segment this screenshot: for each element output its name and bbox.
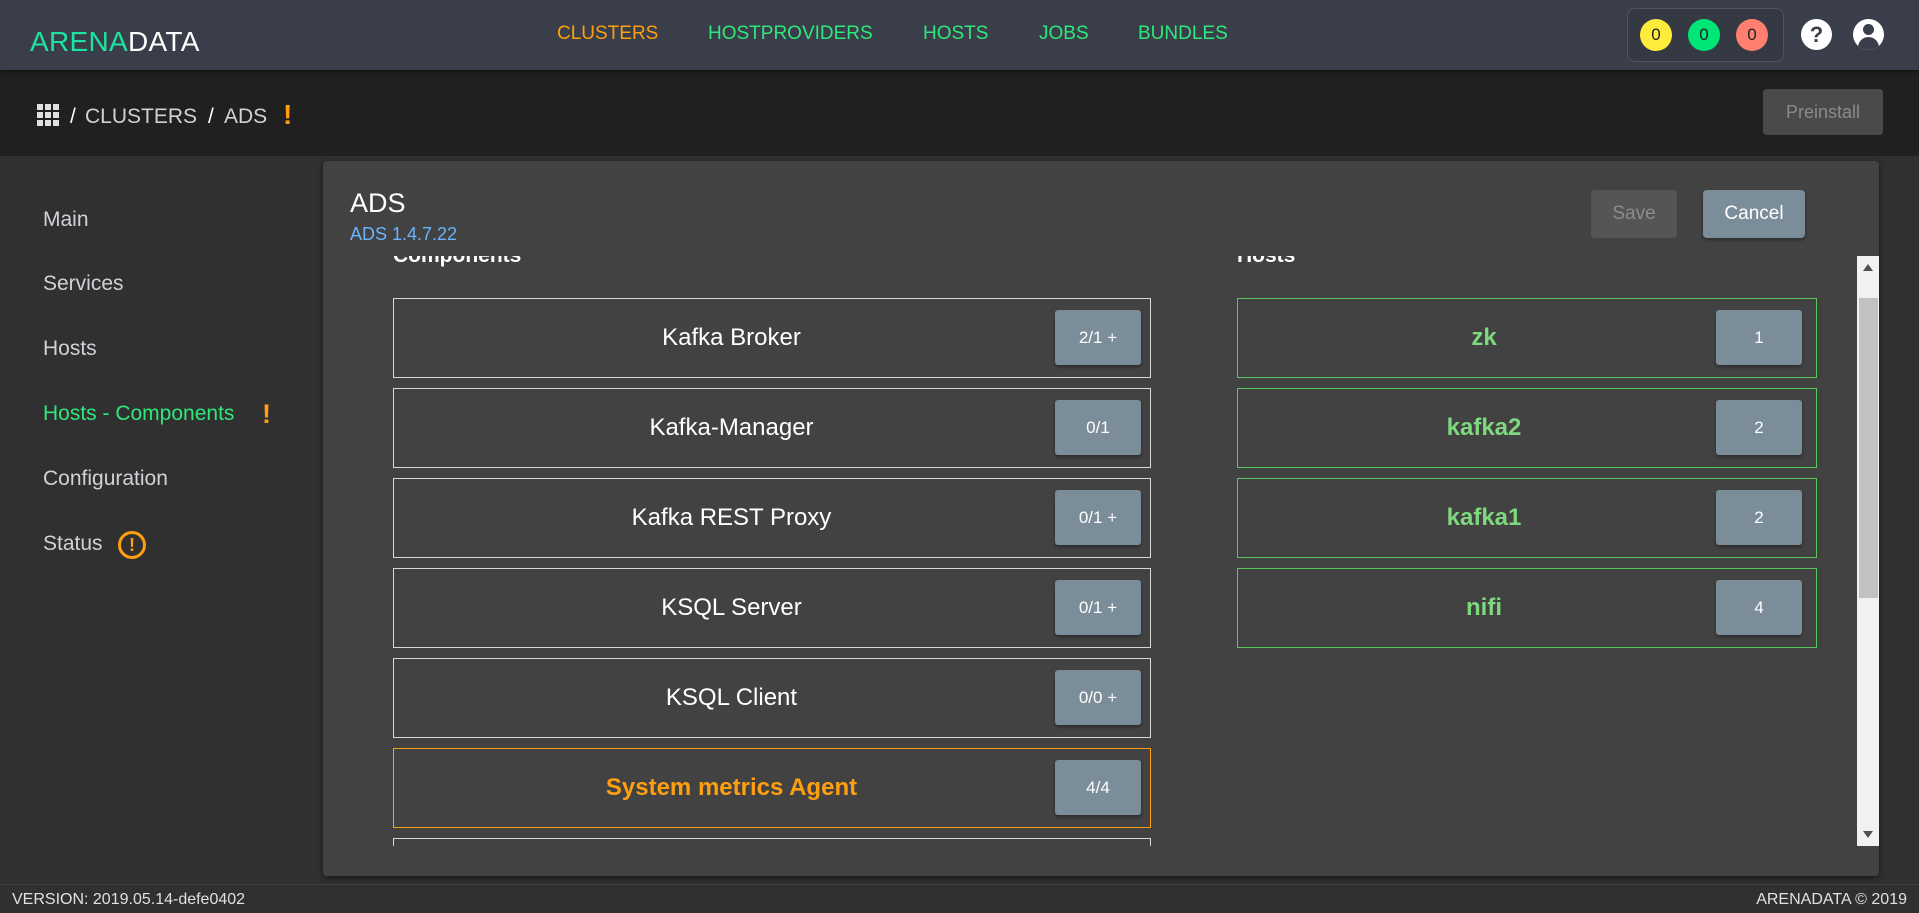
- sidebar-item-main[interactable]: Main: [43, 208, 89, 232]
- component-count-button[interactable]: 0/1: [1055, 400, 1141, 455]
- host-name: kafka2: [1446, 414, 1522, 441]
- sidebar-item-services[interactable]: Services: [43, 272, 124, 296]
- card-subtitle[interactable]: ADS 1.4.7.22: [350, 223, 457, 245]
- sidebar-item-configuration[interactable]: Configuration: [43, 467, 168, 491]
- components-hosts-scroll-area[interactable]: Components Hosts Kafka Broker 2/1 + Kafk…: [323, 256, 1879, 846]
- account-icon-head: [1863, 24, 1874, 35]
- host-name: zk: [1471, 324, 1497, 351]
- host-count-button[interactable]: 4: [1716, 580, 1802, 635]
- component-row-ksql-client[interactable]: KSQL Client 0/0 +: [393, 658, 1151, 738]
- job-status-counters: 0 0 0: [1627, 8, 1784, 62]
- counter-failed[interactable]: 0: [1736, 19, 1768, 51]
- component-count-button[interactable]: 2/1 +: [1055, 310, 1141, 365]
- sidebar-item-hosts[interactable]: Hosts: [43, 337, 97, 361]
- component-name: Kafka REST Proxy: [631, 504, 832, 531]
- component-name: KSQL Server: [661, 594, 802, 621]
- component-row-next[interactable]: [393, 838, 1151, 846]
- breadcrumb-ads[interactable]: ADS: [224, 105, 267, 129]
- hosts-components-warning-icon: !: [262, 399, 271, 429]
- scroll-up-icon[interactable]: [1863, 264, 1873, 271]
- nav-jobs[interactable]: JOBS: [1039, 23, 1089, 45]
- preinstall-button[interactable]: Preinstall: [1763, 89, 1883, 135]
- component-count-button[interactable]: 0/1 +: [1055, 580, 1141, 635]
- components-heading: Components: [393, 256, 521, 268]
- nav-hosts[interactable]: HOSTS: [923, 23, 988, 45]
- component-name: System metrics Agent: [605, 774, 858, 801]
- host-row-kafka1[interactable]: kafka1 2: [1237, 478, 1817, 558]
- host-row-nifi[interactable]: nifi 4: [1237, 568, 1817, 648]
- component-row-system-metrics-agent[interactable]: System metrics Agent 4/4: [393, 748, 1151, 828]
- hosts-heading: Hosts: [1237, 256, 1295, 268]
- component-count-button[interactable]: 4/4: [1055, 760, 1141, 815]
- account-icon-body: [1858, 37, 1879, 50]
- breadcrumb-clusters[interactable]: CLUSTERS: [85, 105, 197, 129]
- vertical-scrollbar[interactable]: [1857, 256, 1879, 846]
- host-count-button[interactable]: 2: [1716, 490, 1802, 545]
- scrollbar-thumb[interactable]: [1859, 298, 1878, 598]
- account-icon[interactable]: [1853, 19, 1884, 50]
- breadcrumb-separator: /: [208, 105, 214, 128]
- cancel-button[interactable]: Cancel: [1703, 190, 1805, 238]
- host-row-kafka2[interactable]: kafka2 2: [1237, 388, 1817, 468]
- logo-part2: DATA: [127, 26, 200, 57]
- apps-grid-icon[interactable]: [37, 104, 59, 126]
- host-name: kafka1: [1446, 504, 1522, 531]
- scroll-down-icon[interactable]: [1863, 831, 1873, 838]
- help-icon[interactable]: ?: [1801, 19, 1832, 50]
- host-count-button[interactable]: 1: [1716, 310, 1802, 365]
- host-name: nifi: [1466, 594, 1502, 621]
- logo-part1: ARENA: [30, 26, 128, 57]
- sidebar-item-status[interactable]: Status: [43, 532, 103, 556]
- top-navbar: ARENADATA CLUSTERS HOSTPROVIDERS HOSTS J…: [0, 0, 1919, 70]
- component-name: Kafka-Manager: [649, 414, 814, 441]
- nav-hostproviders[interactable]: HOSTPROVIDERS: [708, 23, 873, 45]
- arenadata-logo[interactable]: ARENADATA: [30, 26, 200, 58]
- component-row-kafka-rest-proxy[interactable]: Kafka REST Proxy 0/1 +: [393, 478, 1151, 558]
- host-count-button[interactable]: 2: [1716, 400, 1802, 455]
- component-row-ksql-server[interactable]: KSQL Server 0/1 +: [393, 568, 1151, 648]
- card-title: ADS: [350, 188, 406, 218]
- breadcrumb-separator: /: [70, 105, 76, 128]
- nav-clusters[interactable]: CLUSTERS: [557, 23, 658, 45]
- counter-success[interactable]: 0: [1688, 19, 1720, 51]
- component-name: Kafka Broker: [662, 324, 801, 351]
- counter-running[interactable]: 0: [1640, 19, 1672, 51]
- component-count-button[interactable]: 0/0 +: [1055, 670, 1141, 725]
- status-warning-icon: !: [118, 531, 146, 559]
- host-row-zk[interactable]: zk 1: [1237, 298, 1817, 378]
- nav-bundles[interactable]: BUNDLES: [1138, 23, 1228, 45]
- breadcrumb-warning-icon: !: [283, 99, 293, 130]
- save-button[interactable]: Save: [1591, 190, 1677, 238]
- hosts-components-card: ADS ADS 1.4.7.22 Save Cancel Components …: [323, 161, 1879, 876]
- sidebar-item-hosts-components[interactable]: Hosts - Components: [43, 402, 234, 426]
- component-count-button[interactable]: 0/1 +: [1055, 490, 1141, 545]
- component-name: KSQL Client: [665, 684, 798, 711]
- version-text: VERSION: 2019.05.14-defe0402: [12, 891, 246, 908]
- component-row-kafka-broker[interactable]: Kafka Broker 2/1 +: [393, 298, 1151, 378]
- footer: VERSION: 2019.05.14-defe0402 ARENADATA ©…: [0, 884, 1919, 913]
- copyright-text: ARENADATA © 2019: [1756, 891, 1907, 908]
- component-row-kafka-manager[interactable]: Kafka-Manager 0/1: [393, 388, 1151, 468]
